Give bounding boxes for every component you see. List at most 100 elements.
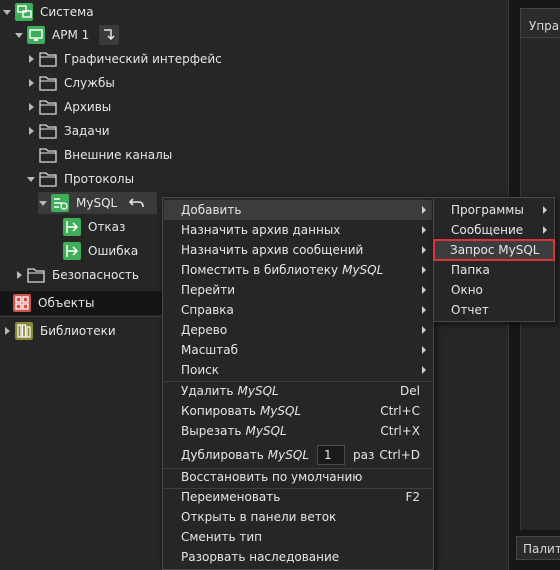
tree-node-services[interactable]: Службы [26,72,115,94]
submenu-item-programs-label: Программы [451,203,524,217]
submenu-arrow-icon [422,206,426,214]
libraries-label: Библиотеки [40,324,116,338]
submenu-item-panel[interactable]: Папка [435,260,553,280]
folder-icon [38,145,58,165]
folder-icon [38,49,58,69]
submenu-item-mysql-query[interactable]: Запрос MySQL [433,239,555,261]
expand-arrow-icon[interactable] [38,198,48,208]
tree-node-tasks[interactable]: Задачи [26,120,110,142]
menu-item-duplicate-label: Дублировать [181,448,264,462]
expand-arrow-icon[interactable] [2,326,12,336]
right-panel-tab[interactable]: Упра [520,8,560,38]
libraries-icon [14,321,34,341]
tree-node-external-channels[interactable]: Внешние каналы [36,144,172,166]
submenu-item-message[interactable]: Сообщение [435,220,553,240]
duplicate-count-input[interactable]: 1 [317,445,345,465]
menu-item-duplicate[interactable]: Дублировать MySQL 1 раз Ctrl+D [164,443,432,467]
menu-item-target-name: MySQL [267,448,309,462]
tree-label-protocols: Протоколы [64,172,135,186]
menu-item-assign-data-archive-label: Назначить архив данных [181,223,341,237]
workstation-icon [26,25,46,45]
undo-arrow-icon[interactable] [127,193,147,213]
menu-item-put-in-library-label: Поместить в библиотеку [181,263,339,277]
menu-item-target-name: MySQL [342,263,384,277]
tree-node-archives[interactable]: Архивы [26,96,111,118]
menu-item-delete[interactable]: Удалить MySQL Del [164,381,432,401]
tree-label-graphics: Графический интерфейс [64,52,222,66]
expand-arrow-icon[interactable] [26,54,36,64]
menu-item-search[interactable]: Поиск [164,360,432,380]
tree-label-services: Службы [64,76,115,90]
shortcut-label: F2 [405,490,420,504]
tree-node-system[interactable]: Система [2,1,94,23]
folder-icon [38,73,58,93]
context-menu: Добавить Назначить архив данных Назначит… [162,197,434,570]
submenu-item-panel-label: Папка [451,263,490,277]
expand-arrow-icon[interactable] [26,174,36,184]
menu-item-copy[interactable]: Копировать MySQL Ctrl+C [164,401,432,421]
tree-label-external-channels: Внешние каналы [64,148,173,162]
submenu-item-window[interactable]: Окно [435,280,553,300]
menu-item-break-inheritance-label: Разорвать наследование [181,550,340,564]
shortcut-label: Del [400,384,420,398]
menu-item-go-label: Перейти [181,283,235,297]
folder-icon [38,97,58,117]
menu-item-restore-default-label: Восстановить по умолчанию [181,470,363,484]
palette-tab[interactable]: Палитр [516,536,560,560]
submenu-arrow-icon [422,346,426,354]
tree-label-archives: Архивы [64,100,112,114]
tree-node-arm[interactable]: АРМ 1 [14,24,120,46]
menu-item-rename[interactable]: Переименовать F2 [164,487,432,507]
tree-node-security[interactable]: Безопасность [14,264,139,286]
submenu-arrow-icon [543,206,547,214]
menu-item-open-in-branch-panel[interactable]: Открыть в панели веток [164,507,432,527]
menu-item-add[interactable]: Добавить [164,200,432,220]
expand-arrow-icon[interactable] [14,30,24,40]
menu-item-copy-label: Копировать [181,404,256,418]
shortcut-label: Ctrl+X [380,424,420,438]
expand-arrow-icon[interactable] [26,78,36,88]
objects-icon [12,293,32,313]
shortcut-label: Ctrl+C [380,404,420,418]
menu-item-scale[interactable]: Масштаб [164,340,432,360]
tree-label-system: Система [40,5,94,19]
menu-item-change-type[interactable]: Сменить тип [164,527,432,547]
tree-node-failure[interactable]: Отказ [60,216,125,238]
mysql-protocol-icon [50,193,70,213]
menu-item-restore-default[interactable]: Восстановить по умолчанию [164,467,432,487]
submenu-arrow-icon [543,226,547,234]
menu-item-go[interactable]: Перейти [164,280,432,300]
tree-node-graphics[interactable]: Графический интерфейс [26,48,222,70]
folder-icon [38,121,58,141]
menu-item-break-inheritance[interactable]: Разорвать наследование [164,547,432,567]
menu-item-tree[interactable]: Дерево [164,320,432,340]
branch-route-icon[interactable] [99,25,120,45]
menu-item-help[interactable]: Справка [164,300,432,320]
submenu-item-message-label: Сообщение [451,223,524,237]
expand-arrow-icon[interactable] [14,270,24,280]
tree-node-error[interactable]: Ошибка [60,240,138,262]
menu-item-cut[interactable]: Вырезать MySQL Ctrl+X [164,421,432,441]
tree-label-tasks: Задачи [64,124,110,138]
menu-item-search-label: Поиск [181,363,220,377]
menu-item-put-in-library[interactable]: Поместить в библиотеку MySQL [164,260,432,280]
submenu-item-programs[interactable]: Программы [435,200,553,220]
objects-label: Объекты [38,296,95,310]
menu-item-assign-data-archive[interactable]: Назначить архив данных [164,220,432,240]
tree-label-security: Безопасность [52,268,139,282]
submenu-item-report-label: Отчет [451,303,489,317]
submenu-item-mysql-query-label: Запрос MySQL [450,243,540,257]
menu-item-assign-message-archive[interactable]: Назначить архив сообщений [164,240,432,260]
tree-node-mysql[interactable]: MySQL [38,192,158,214]
exit-arrow-icon [62,241,82,261]
expand-arrow-icon[interactable] [26,126,36,136]
duplicate-times-label: раз [353,448,375,462]
submenu-item-window-label: Окно [451,283,483,297]
expand-arrow-icon[interactable] [26,102,36,112]
submenu-arrow-icon [422,366,426,374]
submenu-item-report[interactable]: Отчет [435,300,553,320]
tree-node-protocols[interactable]: Протоколы [26,168,134,190]
expand-arrow-icon[interactable] [2,7,12,17]
tree-label-error: Ошибка [88,244,139,258]
menu-item-add-label: Добавить [181,203,242,217]
